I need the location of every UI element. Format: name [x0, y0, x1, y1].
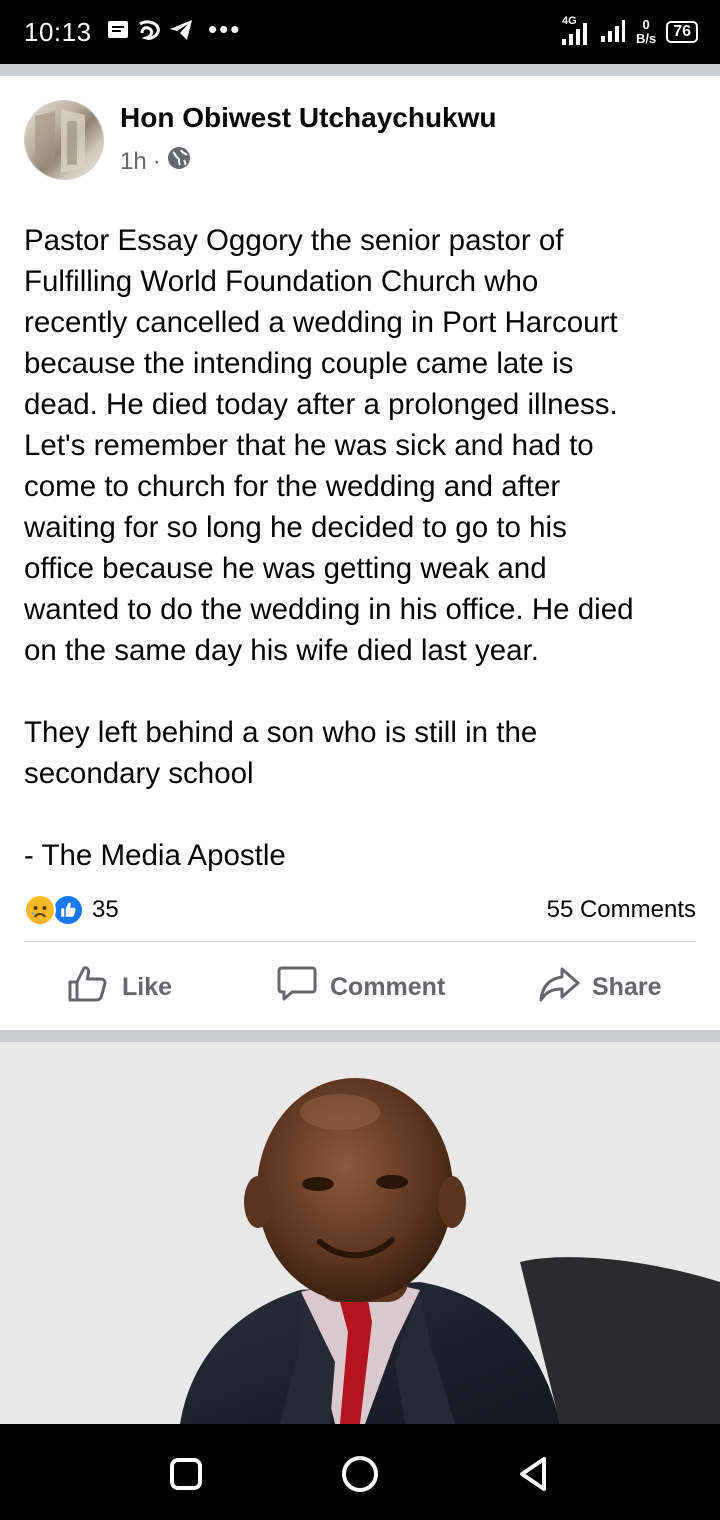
telegram-icon: [168, 18, 194, 47]
portrait-image: [0, 1042, 720, 1424]
meta-separator: ·: [152, 147, 161, 175]
signal-icon: [600, 17, 626, 48]
back-button[interactable]: [512, 1452, 556, 1496]
comment-icon: [276, 963, 318, 1012]
battery-indicator: 76: [666, 21, 698, 43]
reaction-count: 35: [92, 896, 119, 923]
avatar[interactable]: [24, 100, 104, 180]
share-label: Share: [592, 972, 662, 1001]
recent-apps-button[interactable]: [164, 1452, 208, 1496]
speed-unit: B/s: [635, 31, 657, 46]
post-text: Pastor Essay Oggory the senior pastor of…: [24, 220, 700, 876]
reactions-summary[interactable]: 35: [24, 894, 119, 926]
post-meta: 1h ·: [120, 146, 191, 177]
like-label: Like: [122, 972, 173, 1001]
more-notifications: •••: [208, 14, 242, 44]
network-speed: 0 B/s: [636, 18, 656, 46]
status-time: 10:13: [24, 17, 92, 47]
share-button[interactable]: Share: [538, 962, 661, 1012]
comment-button[interactable]: Comment: [276, 962, 445, 1012]
post-paragraph-3: - The Media Apostle: [24, 839, 286, 872]
message-icon: [106, 18, 130, 47]
share-icon: [538, 963, 580, 1012]
status-right-cluster: 4G 0 B/s 76: [560, 14, 698, 50]
globe-icon[interactable]: [167, 146, 191, 177]
post-paragraph-1: Pastor Essay Oggory the senior pastor of…: [24, 224, 634, 667]
signal-4g-icon: 4G: [560, 15, 590, 47]
feed-divider-bottom: [0, 1030, 720, 1042]
navigation-bar: [0, 1424, 720, 1520]
like-reaction-icon: [52, 894, 84, 926]
status-bar: 10:13 ••• 4G 0 B/s 76: [0, 0, 720, 64]
post-paragraph-2: They left behind a son who is still in t…: [24, 716, 538, 790]
author-name[interactable]: Hon Obiwest Utchaychukwu: [120, 102, 497, 134]
feed-divider-top: [0, 64, 720, 76]
sad-reaction-icon: [24, 894, 56, 926]
comments-count[interactable]: 55 Comments: [547, 896, 696, 924]
home-button[interactable]: [338, 1452, 382, 1496]
swirl-app-icon: [136, 18, 162, 49]
post-time[interactable]: 1h: [120, 148, 147, 176]
thumbs-up-icon: [66, 962, 110, 1013]
speed-value: 0: [642, 17, 650, 32]
like-button[interactable]: Like: [66, 962, 172, 1012]
post-photo[interactable]: [0, 1042, 720, 1424]
actions-divider: [24, 941, 696, 942]
comment-label: Comment: [330, 972, 446, 1001]
